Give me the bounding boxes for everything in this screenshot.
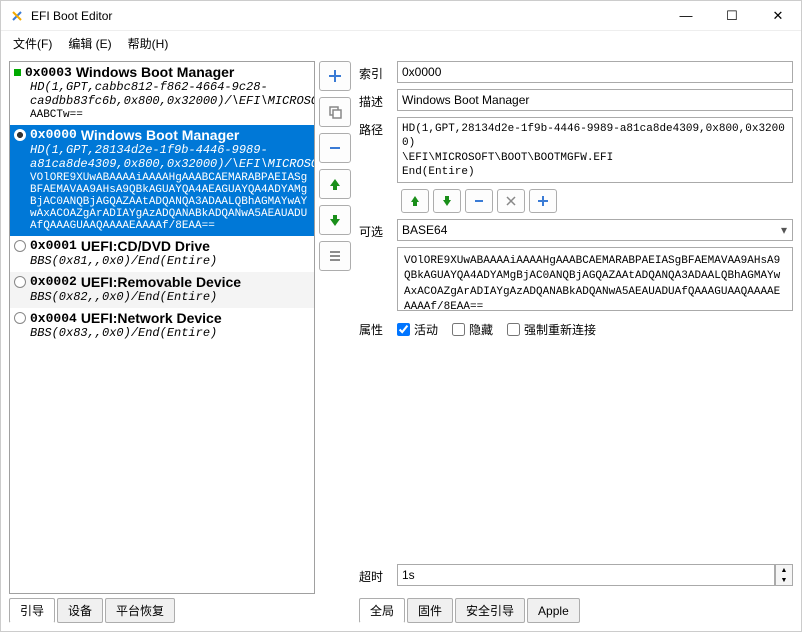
attributes-row: 属性 活动 隐藏 强制重新连接	[359, 317, 793, 338]
path-add-button[interactable]	[529, 189, 557, 213]
timeout-label: 超时	[359, 564, 391, 585]
entry-name: UEFI:Removable Device	[81, 274, 241, 290]
minimize-button[interactable]: —	[663, 1, 709, 31]
remove-entry-button[interactable]	[319, 133, 351, 163]
entry-index: 0x0003	[25, 65, 72, 80]
close-button[interactable]: ✕	[755, 1, 801, 31]
entry-name: UEFI:CD/DVD Drive	[81, 238, 210, 254]
window-title: EFI Boot Editor	[31, 9, 663, 23]
tab-global[interactable]: 全局	[359, 598, 405, 623]
timeout-down[interactable]: ▼	[776, 575, 792, 585]
index-label: 索引	[359, 61, 391, 82]
entry-radio[interactable]	[14, 312, 26, 324]
entry-optional-data: AABCTw==	[14, 109, 310, 121]
attributes-label: 属性	[359, 321, 383, 338]
path-label: 路径	[359, 117, 391, 138]
entry-name: UEFI:Network Device	[81, 310, 222, 326]
path-up-button[interactable]	[401, 189, 429, 213]
entry-path: HD(1,GPT,28134d2e-1f9b-4446-9989-a81ca8d…	[14, 143, 310, 172]
bottom-tabs: 全局 固件 安全引导 Apple	[359, 598, 793, 623]
copy-entry-button[interactable]	[319, 97, 351, 127]
tab-boot[interactable]: 引导	[9, 598, 55, 623]
boot-entry[interactable]: 0x0002 UEFI:Removable DeviceBBS(0x82,,0x…	[10, 272, 314, 308]
entry-name: Windows Boot Manager	[76, 64, 235, 80]
hidden-checkbox[interactable]: 隐藏	[452, 321, 493, 338]
boot-entry[interactable]: 0x0000 Windows Boot ManagerHD(1,GPT,2813…	[10, 125, 314, 236]
boot-entry[interactable]: 0x0003 Windows Boot ManagerHD(1,GPT,cabb…	[10, 62, 314, 125]
menu-file[interactable]: 文件(F)	[7, 33, 58, 54]
entry-radio[interactable]	[14, 129, 26, 141]
entry-name: Windows Boot Manager	[81, 127, 240, 143]
active-checkbox[interactable]: 活动	[397, 321, 438, 338]
boot-entry-list[interactable]: 0x0003 Windows Boot ManagerHD(1,GPT,cabb…	[9, 61, 315, 594]
move-down-button[interactable]	[319, 205, 351, 235]
app-icon	[9, 8, 25, 24]
path-down-button[interactable]	[433, 189, 461, 213]
description-field[interactable]	[397, 89, 793, 111]
index-field[interactable]	[397, 61, 793, 83]
tab-platform-recovery[interactable]: 平台恢复	[105, 598, 175, 623]
path-remove-button[interactable]	[465, 189, 493, 213]
reorder-button[interactable]	[319, 241, 351, 271]
entry-optional-data: VOlORE9XUwABAAAAiAAAAHgAAABCAEMARABPAEIA…	[14, 172, 310, 232]
entry-path: BBS(0x83,,0x0)/End(Entire)	[14, 326, 310, 340]
entry-index: 0x0002	[30, 274, 77, 289]
boot-entry[interactable]: 0x0004 UEFI:Network DeviceBBS(0x83,,0x0)…	[10, 308, 314, 344]
move-up-button[interactable]	[319, 169, 351, 199]
menubar: 文件(F) 编辑 (E) 帮助(H)	[1, 31, 801, 55]
active-marker-icon	[14, 69, 21, 76]
tab-device[interactable]: 设备	[57, 598, 103, 623]
entry-path: BBS(0x82,,0x0)/End(Entire)	[14, 290, 310, 304]
tab-secure-boot[interactable]: 安全引导	[455, 598, 525, 623]
boot-entry[interactable]: 0x0001 UEFI:CD/DVD DriveBBS(0x81,,0x0)/E…	[10, 236, 314, 272]
menu-edit[interactable]: 编辑 (E)	[62, 33, 117, 54]
description-label: 描述	[359, 89, 391, 110]
maximize-button[interactable]: ☐	[709, 1, 755, 31]
entry-path: HD(1,GPT,cabbc812-f862-4664-9c28-ca9dbb8…	[14, 80, 310, 109]
entry-index: 0x0000	[30, 127, 77, 142]
timeout-up[interactable]: ▲	[776, 565, 792, 575]
entry-path: BBS(0x81,,0x0)/End(Entire)	[14, 254, 310, 268]
timeout-field[interactable]	[397, 564, 775, 586]
left-tabs: 引导 设备 平台恢复	[9, 598, 315, 623]
tab-apple[interactable]: Apple	[527, 598, 580, 623]
menu-help[interactable]: 帮助(H)	[122, 33, 175, 54]
optional-label: 可选	[359, 219, 391, 240]
optional-format-select[interactable]: BASE64	[397, 219, 793, 241]
force-reconnect-checkbox[interactable]: 强制重新连接	[507, 321, 596, 338]
path-edit-button[interactable]	[497, 189, 525, 213]
entry-index: 0x0004	[30, 311, 77, 326]
path-field[interactable]: HD(1,GPT,28134d2e-1f9b-4446-9989-a81ca8d…	[397, 117, 793, 183]
entry-radio[interactable]	[14, 240, 26, 252]
entry-index: 0x0001	[30, 238, 77, 253]
add-entry-button[interactable]	[319, 61, 351, 91]
optional-data-field[interactable]: VOlORE9XUwABAAAAiAAAAHgAAABCAEMARABPAEIA…	[397, 247, 793, 311]
entry-radio[interactable]	[14, 276, 26, 288]
tab-firmware[interactable]: 固件	[407, 598, 453, 623]
